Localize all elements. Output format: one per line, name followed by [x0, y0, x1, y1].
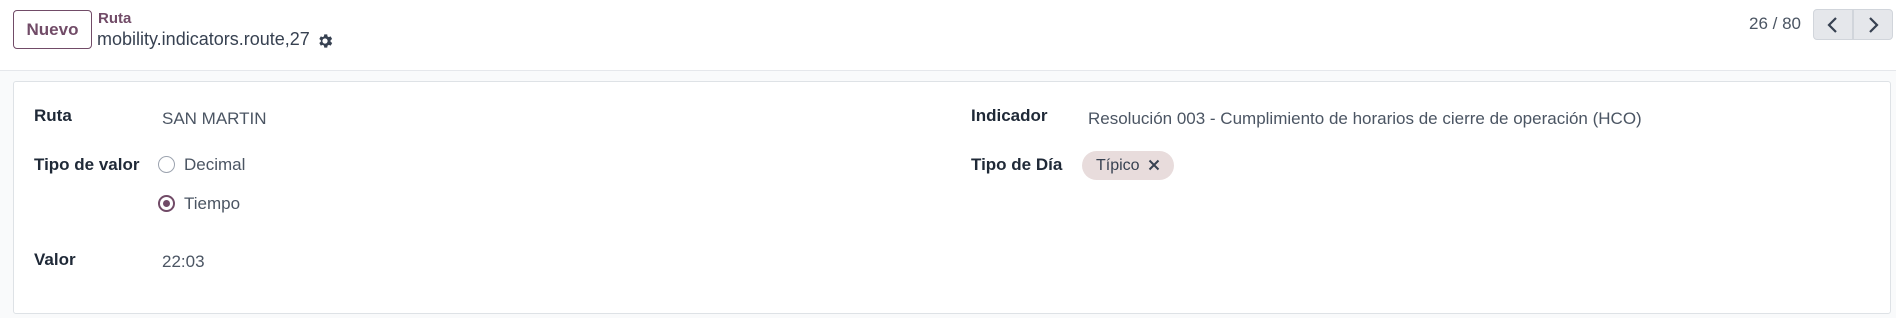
indicador-value[interactable]: Resolución 003 - Cumplimiento de horario… — [1088, 109, 1642, 129]
breadcrumb-parent-link[interactable]: Ruta — [98, 10, 131, 27]
pager-value[interactable]: 26 / 80 — [1749, 14, 1801, 34]
radio-tiempo[interactable] — [158, 195, 175, 212]
pager-next-button[interactable] — [1853, 9, 1893, 40]
pager-previous-button[interactable] — [1813, 9, 1853, 40]
close-icon[interactable] — [1146, 157, 1162, 173]
radio-tiempo-label[interactable]: Tiempo — [184, 194, 240, 214]
indicador-label: Indicador — [971, 106, 1048, 125]
ruta-value[interactable]: SAN MARTIN — [162, 109, 267, 129]
tag-label: Típico — [1096, 156, 1140, 174]
record-name: mobility.indicators.route,27 — [97, 29, 310, 49]
valor-value[interactable]: 22:03 — [162, 252, 205, 272]
radio-decimal-label[interactable]: Decimal — [184, 155, 245, 175]
chevron-left-icon — [1827, 16, 1837, 33]
radio-decimal[interactable] — [158, 156, 175, 173]
control-panel: Nuevo Ruta mobility.indicators.route,27 … — [0, 0, 1896, 71]
tipo-valor-label: Tipo de valor — [34, 155, 140, 174]
chevron-right-icon — [1869, 16, 1879, 33]
tag-tipico: Típico — [1082, 151, 1174, 180]
gear-icon[interactable] — [316, 32, 334, 50]
new-button[interactable]: Nuevo — [13, 10, 92, 49]
ruta-label: Ruta — [34, 106, 72, 125]
tipo-dia-label: Tipo de Día — [971, 155, 1063, 174]
valor-label: Valor — [34, 250, 76, 269]
